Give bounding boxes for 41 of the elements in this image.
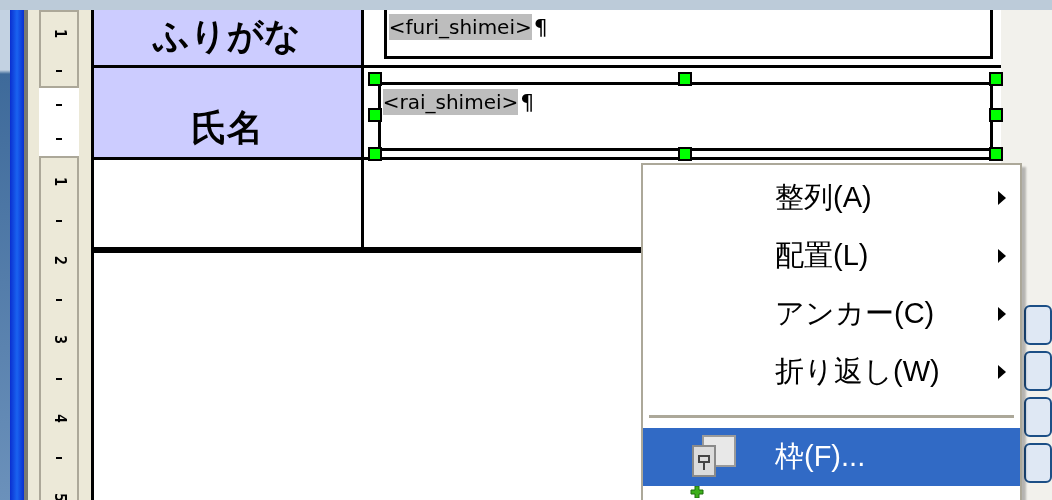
menu-item[interactable]: アンカー(C) (643, 285, 1020, 343)
submenu-arrow-icon (998, 365, 1006, 379)
selection-handle[interactable] (678, 147, 693, 161)
field-placeholder: <rai_shimei> (382, 89, 519, 115)
text-frame[interactable]: <furi_shimei>¶ (383, 10, 993, 59)
frame-icon (691, 434, 737, 478)
menu-item[interactable]: 整列(A) (643, 169, 1020, 227)
submenu-arrow-icon (998, 307, 1006, 321)
toolbar-button[interactable] (1024, 443, 1052, 483)
menu-item-label: 整列(A) (775, 180, 873, 215)
menu-item[interactable]: 配置(L) (643, 227, 1020, 285)
text-frame[interactable]: <rai_shimei>¶ (377, 82, 993, 151)
selection-handle[interactable] (367, 72, 382, 86)
menu-item-label: 枠(F)... (775, 439, 867, 474)
submenu-arrow-icon (998, 249, 1006, 263)
submenu-arrow-icon (998, 191, 1006, 205)
toolbar-button[interactable] (1024, 305, 1052, 345)
selection-handle[interactable] (367, 108, 382, 123)
menu-item[interactable]: 枠(F)... (643, 428, 1020, 486)
label-text: 氏名 (191, 106, 264, 150)
selection-handle[interactable] (988, 72, 1003, 86)
paragraph-mark: ¶ (520, 89, 535, 117)
menu-item[interactable]: 折り返し(W) (643, 343, 1020, 401)
plus-icon (690, 486, 704, 498)
ruler-number: 1 (51, 176, 67, 186)
toolbar-button[interactable] (1024, 351, 1052, 391)
ruler-number: 3 (51, 334, 67, 344)
menu-item-label: 配置(L) (775, 238, 870, 273)
menu-item-label: 折り返し(W) (775, 354, 941, 389)
selection-handle[interactable] (988, 147, 1003, 161)
field-placeholder: <furi_shimei> (388, 14, 532, 40)
selection-handle[interactable] (367, 147, 382, 161)
paragraph-mark: ¶ (533, 14, 548, 42)
selection-handle[interactable] (988, 108, 1003, 123)
menu-item-label: アンカー(C) (775, 296, 936, 331)
ruler-number: 2 (51, 255, 67, 265)
selection-handle[interactable] (678, 72, 693, 86)
label-text: ふりがな (153, 14, 302, 58)
ruler-number: 4 (51, 414, 67, 424)
toolbar-button[interactable] (1024, 397, 1052, 437)
ruler-number: 1 (51, 29, 67, 39)
